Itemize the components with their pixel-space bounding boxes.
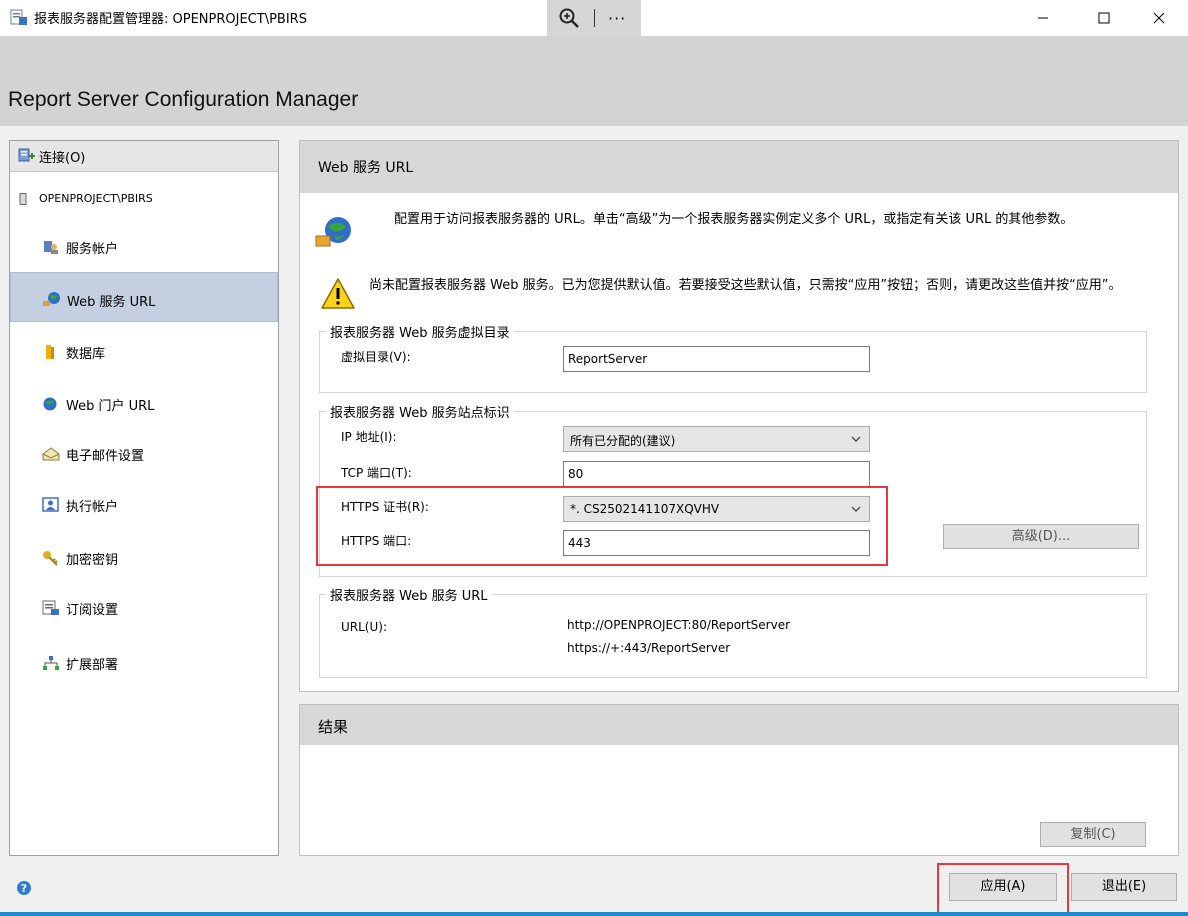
sidebar-item-label: Web 门户 URL — [66, 399, 155, 414]
sidebar-item-database[interactable]: 数据库 — [10, 330, 278, 374]
close-icon — [1153, 12, 1165, 24]
email-icon — [42, 447, 60, 461]
web-portal-icon — [43, 397, 57, 411]
window-border-accent — [0, 912, 1188, 916]
server-icon — [19, 193, 27, 205]
help-icon[interactable]: ? — [16, 880, 32, 896]
sidebar-item-service-account[interactable]: 服务帐户 — [10, 225, 278, 269]
sidebar-item-label: 执行帐户 — [66, 500, 119, 515]
sidebar-item-label: 加密密钥 — [66, 553, 119, 568]
sidebar-item-email-settings[interactable]: 电子邮件设置 — [10, 432, 278, 476]
virtual-directory-input[interactable]: ReportServer — [563, 346, 870, 372]
sidebar-item-scale-out-deployment[interactable]: 扩展部署 — [10, 641, 278, 685]
sidebar-item-label: 电子邮件设置 — [66, 449, 145, 464]
ip-address-value: 所有已分配的(建议) — [570, 434, 676, 448]
virtual-directory-label: 虚拟目录(V): — [341, 350, 411, 364]
subscription-icon — [42, 600, 59, 615]
sidebar-item-label: 服务帐户 — [66, 242, 119, 257]
web-service-icon — [43, 292, 60, 306]
group-title: 报表服务器 Web 服务 URL — [326, 585, 492, 604]
url-link-https[interactable]: https://+:443/ReportServer — [567, 641, 730, 655]
globe-icon — [315, 217, 351, 247]
sidebar-item-label: 扩展部署 — [66, 658, 119, 673]
advanced-button[interactable]: 高级(D)... — [943, 524, 1139, 549]
header-band — [0, 36, 1188, 126]
svg-text:?: ? — [21, 882, 27, 895]
service-account-icon — [44, 241, 58, 254]
https-highlight-box — [316, 486, 888, 566]
zoom-in-icon[interactable] — [557, 6, 581, 30]
close-button[interactable] — [1136, 0, 1182, 36]
sidebar-item-execution-account[interactable]: 执行帐户 — [10, 483, 278, 527]
exit-button[interactable]: 退出(E) — [1071, 873, 1177, 901]
tcp-port-input[interactable]: 80 — [563, 461, 870, 487]
app-title: Report Server Configuration Manager — [8, 88, 359, 111]
apply-highlight-box — [937, 863, 1069, 915]
minimize-button[interactable] — [1020, 0, 1066, 36]
sidebar-item-label: Web 服务 URL — [67, 295, 156, 310]
sidebar-item-encryption-keys[interactable]: 加密密钥 — [10, 536, 278, 580]
page-title: Web 服务 URL — [318, 160, 414, 176]
sidebar-item-label: 订阅设置 — [66, 603, 119, 618]
panel-header — [300, 141, 1178, 193]
scale-out-icon — [43, 656, 59, 670]
sidebar-item-web-portal-url[interactable]: Web 门户 URL — [10, 382, 278, 426]
chevron-down-icon — [851, 436, 861, 442]
warning-text: 尚未配置报表服务器 Web 服务。已为您提供默认值。若要接受这些默认值，只需按“… — [369, 278, 1122, 293]
maximize-button[interactable] — [1081, 0, 1127, 36]
more-options-icon[interactable]: ··· — [608, 9, 626, 28]
sidebar-item-subscription-settings[interactable]: 订阅设置 — [10, 586, 278, 630]
web-service-url-group — [319, 594, 1147, 678]
group-title: 报表服务器 Web 服务站点标识 — [326, 402, 514, 421]
sidebar-item-label: 数据库 — [66, 347, 106, 362]
maximize-icon — [1098, 12, 1110, 24]
execution-account-icon — [42, 497, 59, 512]
group-title: 报表服务器 Web 服务虚拟目录 — [326, 322, 514, 341]
ip-address-dropdown[interactable]: 所有已分配的(建议) — [563, 426, 870, 452]
window-title: 报表服务器配置管理器: OPENPROJECT\PBIRS — [34, 12, 307, 27]
connect-label: 连接(O) — [39, 151, 86, 166]
url-link-http[interactable]: http://OPENPROJECT:80/ReportServer — [567, 618, 790, 632]
app-icon — [10, 9, 27, 25]
info-text: 配置用于访问报表服务器的 URL。单击“高级”为一个报表服务器实例定义多个 UR… — [394, 212, 1074, 227]
warning-icon — [321, 278, 355, 309]
server-name: OPENPROJECT\PBIRS — [39, 192, 153, 205]
connect-icon — [18, 148, 35, 162]
encryption-key-icon — [43, 551, 58, 566]
sidebar-item-web-service-url[interactable]: Web 服务 URL — [10, 272, 278, 322]
minimize-icon — [1038, 17, 1048, 19]
url-label: URL(U): — [341, 620, 387, 634]
ip-address-label: IP 地址(I): — [341, 430, 397, 444]
copy-button[interactable]: 复制(C) — [1040, 822, 1146, 847]
toolbar-divider — [594, 9, 595, 27]
tcp-port-label: TCP 端口(T): — [341, 466, 412, 480]
database-icon — [46, 345, 54, 359]
results-header — [300, 705, 1178, 745]
results-title: 结果 — [318, 718, 349, 736]
